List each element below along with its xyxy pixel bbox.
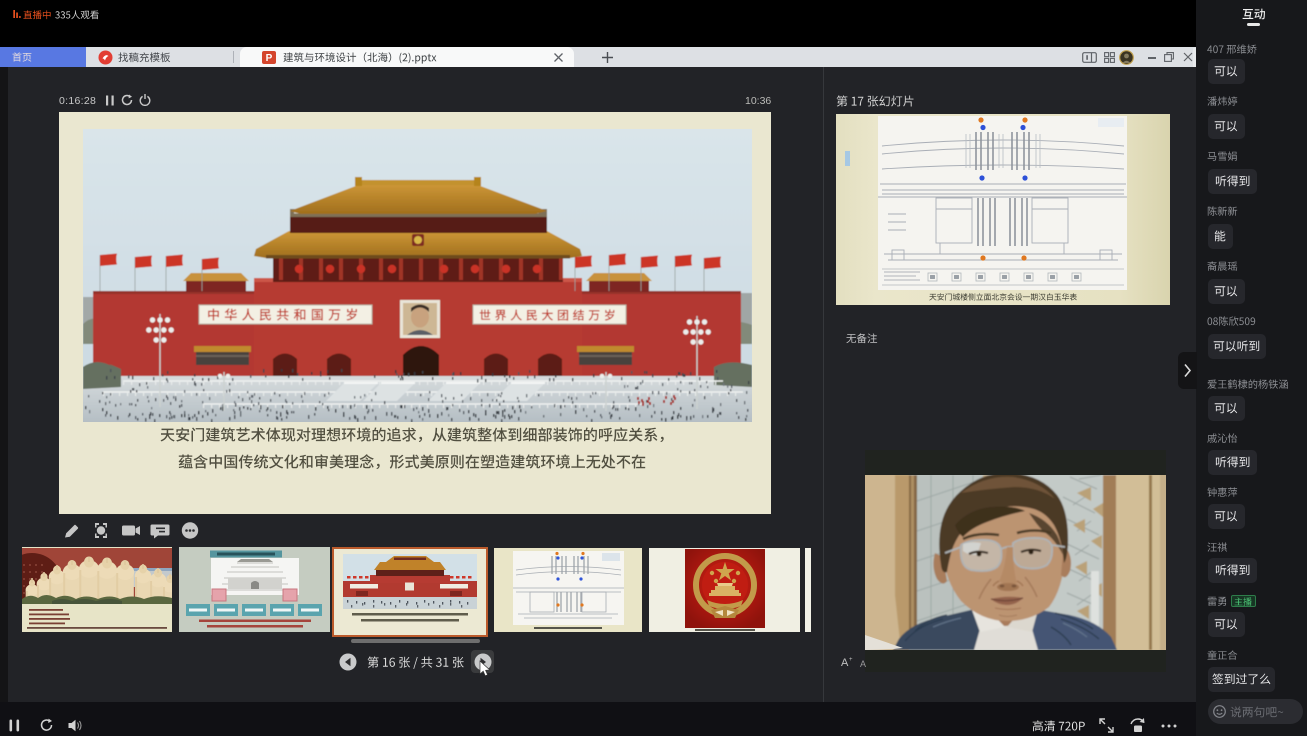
svg-text:A: A <box>841 657 849 669</box>
svg-text:A: A <box>860 659 866 669</box>
svg-text:P: P <box>266 53 273 64</box>
svg-text:+: + <box>849 657 853 663</box>
